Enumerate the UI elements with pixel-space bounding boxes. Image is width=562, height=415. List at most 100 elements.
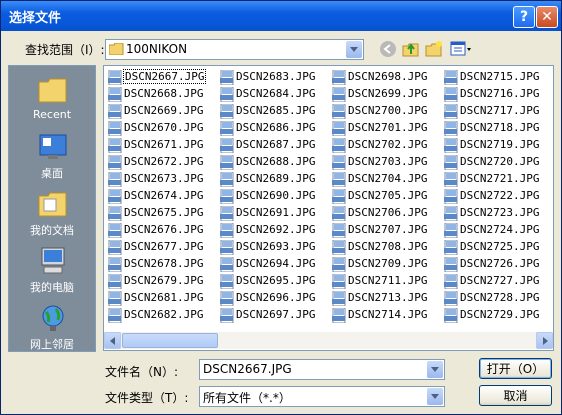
file-item[interactable]: DSCN2695.JPG — [218, 273, 330, 290]
jpg-file-icon — [220, 155, 234, 170]
file-item[interactable]: DSCN2722.JPG — [442, 188, 554, 205]
file-item[interactable]: DSCN2696.JPG — [218, 290, 330, 307]
file-item[interactable]: DSCN2675.JPG — [106, 205, 218, 222]
jpg-file-icon — [220, 70, 234, 85]
file-item[interactable]: DSCN2724.JPG — [442, 222, 554, 239]
jpg-file-icon — [108, 87, 122, 102]
file-item[interactable]: DSCN2728.JPG — [442, 290, 554, 307]
close-button[interactable]: ✕ — [536, 6, 558, 28]
view-menu-icon[interactable] — [450, 40, 472, 58]
file-name: DSCN2723.JPG — [460, 206, 540, 219]
file-item[interactable]: DSCN2726.JPG — [442, 256, 554, 273]
filetype-value: 所有文件（*.*） — [203, 391, 291, 405]
file-item[interactable]: DSCN2689.JPG — [218, 171, 330, 188]
file-item[interactable]: DSCN2679.JPG — [106, 273, 218, 290]
file-item[interactable]: DSCN2701.JPG — [330, 120, 442, 137]
file-item[interactable]: DSCN2711.JPG — [330, 273, 442, 290]
file-item[interactable]: DSCN2686.JPG — [218, 120, 330, 137]
scroll-left-icon[interactable] — [104, 332, 121, 349]
scroll-right-icon[interactable] — [536, 332, 553, 349]
chevron-down-icon[interactable] — [427, 361, 443, 378]
file-item[interactable]: DSCN2667.JPG — [106, 69, 218, 86]
lookin-combo[interactable]: 100NIKON — [105, 39, 364, 60]
cancel-button[interactable]: 取消 — [479, 385, 552, 406]
file-item[interactable]: DSCN2673.JPG — [106, 171, 218, 188]
file-item[interactable]: DSCN2713.JPG — [330, 290, 442, 307]
horizontal-scrollbar[interactable] — [104, 332, 553, 349]
recent-folder-icon — [38, 78, 67, 103]
jpg-file-icon — [444, 240, 458, 255]
file-item[interactable]: DSCN2727.JPG — [442, 273, 554, 290]
up-folder-icon[interactable] — [402, 40, 420, 58]
file-item[interactable]: DSCN2693.JPG — [218, 239, 330, 256]
file-item[interactable]: DSCN2674.JPG — [106, 188, 218, 205]
file-item[interactable]: DSCN2690.JPG — [218, 188, 330, 205]
chevron-down-icon[interactable] — [427, 388, 443, 405]
file-item[interactable]: DSCN2718.JPG — [442, 120, 554, 137]
file-item[interactable]: DSCN2706.JPG — [330, 205, 442, 222]
new-folder-icon[interactable] — [425, 40, 443, 58]
file-item[interactable]: DSCN2691.JPG — [218, 205, 330, 222]
file-item[interactable]: DSCN2699.JPG — [330, 86, 442, 103]
file-item[interactable]: DSCN2703.JPG — [330, 154, 442, 171]
window-title: 选择文件 — [9, 11, 62, 26]
file-name: DSCN2688.JPG — [236, 155, 316, 168]
file-item[interactable]: DSCN2672.JPG — [106, 154, 218, 171]
file-item[interactable]: DSCN2683.JPG — [218, 69, 330, 86]
file-item[interactable]: DSCN2670.JPG — [106, 120, 218, 137]
place-network-label: 网上邻居 — [30, 338, 74, 351]
file-item[interactable]: DSCN2671.JPG — [106, 137, 218, 154]
file-item[interactable]: DSCN2676.JPG — [106, 222, 218, 239]
file-item[interactable]: DSCN2688.JPG — [218, 154, 330, 171]
file-item[interactable]: DSCN2694.JPG — [218, 256, 330, 273]
file-item[interactable]: DSCN2707.JPG — [330, 222, 442, 239]
file-item[interactable]: DSCN2692.JPG — [218, 222, 330, 239]
file-item[interactable]: DSCN2725.JPG — [442, 239, 554, 256]
filetype-select[interactable]: 所有文件（*.*） — [199, 386, 445, 407]
file-item[interactable]: DSCN2719.JPG — [442, 137, 554, 154]
file-item[interactable]: DSCN2682.JPG — [106, 307, 218, 324]
computer-icon — [41, 247, 65, 274]
open-button[interactable]: 打开（O） — [479, 358, 552, 379]
file-list[interactable]: DSCN2729.JPG DSCN2728.JPG DSCN2727.JPG DSCN… — [103, 65, 554, 351]
file-item[interactable]: DSCN2702.JPG — [330, 137, 442, 154]
file-item[interactable]: DSCN2677.JPG — [106, 239, 218, 256]
file-item[interactable]: DSCN2723.JPG — [442, 205, 554, 222]
title-bar[interactable]: 选择文件 ? ✕ — [1, 1, 561, 31]
file-item[interactable]: DSCN2716.JPG — [442, 86, 554, 103]
file-item[interactable]: DSCN2669.JPG — [106, 103, 218, 120]
file-item[interactable]: DSCN2720.JPG — [442, 154, 554, 171]
file-item[interactable]: DSCN2668.JPG — [106, 86, 218, 103]
file-name: DSCN2667.JPG — [123, 69, 207, 84]
chevron-down-icon[interactable] — [346, 41, 362, 58]
file-name: DSCN2675.JPG — [124, 206, 204, 219]
file-item[interactable]: DSCN2697.JPG — [218, 307, 330, 324]
back-icon[interactable] — [379, 40, 397, 58]
jpg-file-icon — [444, 172, 458, 187]
filename-field[interactable]: DSCN2667.JPG — [199, 359, 445, 380]
jpg-file-icon — [444, 138, 458, 153]
file-item[interactable]: DSCN2685.JPG — [218, 103, 330, 120]
file-item[interactable]: DSCN2698.JPG — [330, 69, 442, 86]
file-name: DSCN2722.JPG — [460, 189, 540, 202]
file-item[interactable]: DSCN2678.JPG — [106, 256, 218, 273]
file-item[interactable]: DSCN2684.JPG — [218, 86, 330, 103]
file-item[interactable]: DSCN2714.JPG — [330, 307, 442, 324]
file-item[interactable]: DSCN2681.JPG — [106, 290, 218, 307]
file-item[interactable]: DSCN2708.JPG — [330, 239, 442, 256]
file-name: DSCN2691.JPG — [236, 206, 316, 219]
file-item[interactable]: DSCN2715.JPG — [442, 69, 554, 86]
file-item[interactable]: DSCN2709.JPG — [330, 256, 442, 273]
file-name: DSCN2685.JPG — [236, 104, 316, 117]
file-item[interactable]: DSCN2705.JPG — [330, 188, 442, 205]
file-item[interactable]: DSCN2704.JPG — [330, 171, 442, 188]
help-button[interactable]: ? — [513, 6, 535, 28]
file-item[interactable]: DSCN2717.JPG — [442, 103, 554, 120]
file-item[interactable]: DSCN2700.JPG — [330, 103, 442, 120]
file-item[interactable]: DSCN2729.JPG — [442, 307, 554, 324]
file-name: DSCN2711.JPG — [348, 274, 428, 287]
file-item[interactable]: DSCN2721.JPG — [442, 171, 554, 188]
scroll-thumb[interactable] — [122, 333, 218, 348]
file-item[interactable]: DSCN2687.JPG — [218, 137, 330, 154]
file-name: DSCN2681.JPG — [124, 291, 204, 304]
